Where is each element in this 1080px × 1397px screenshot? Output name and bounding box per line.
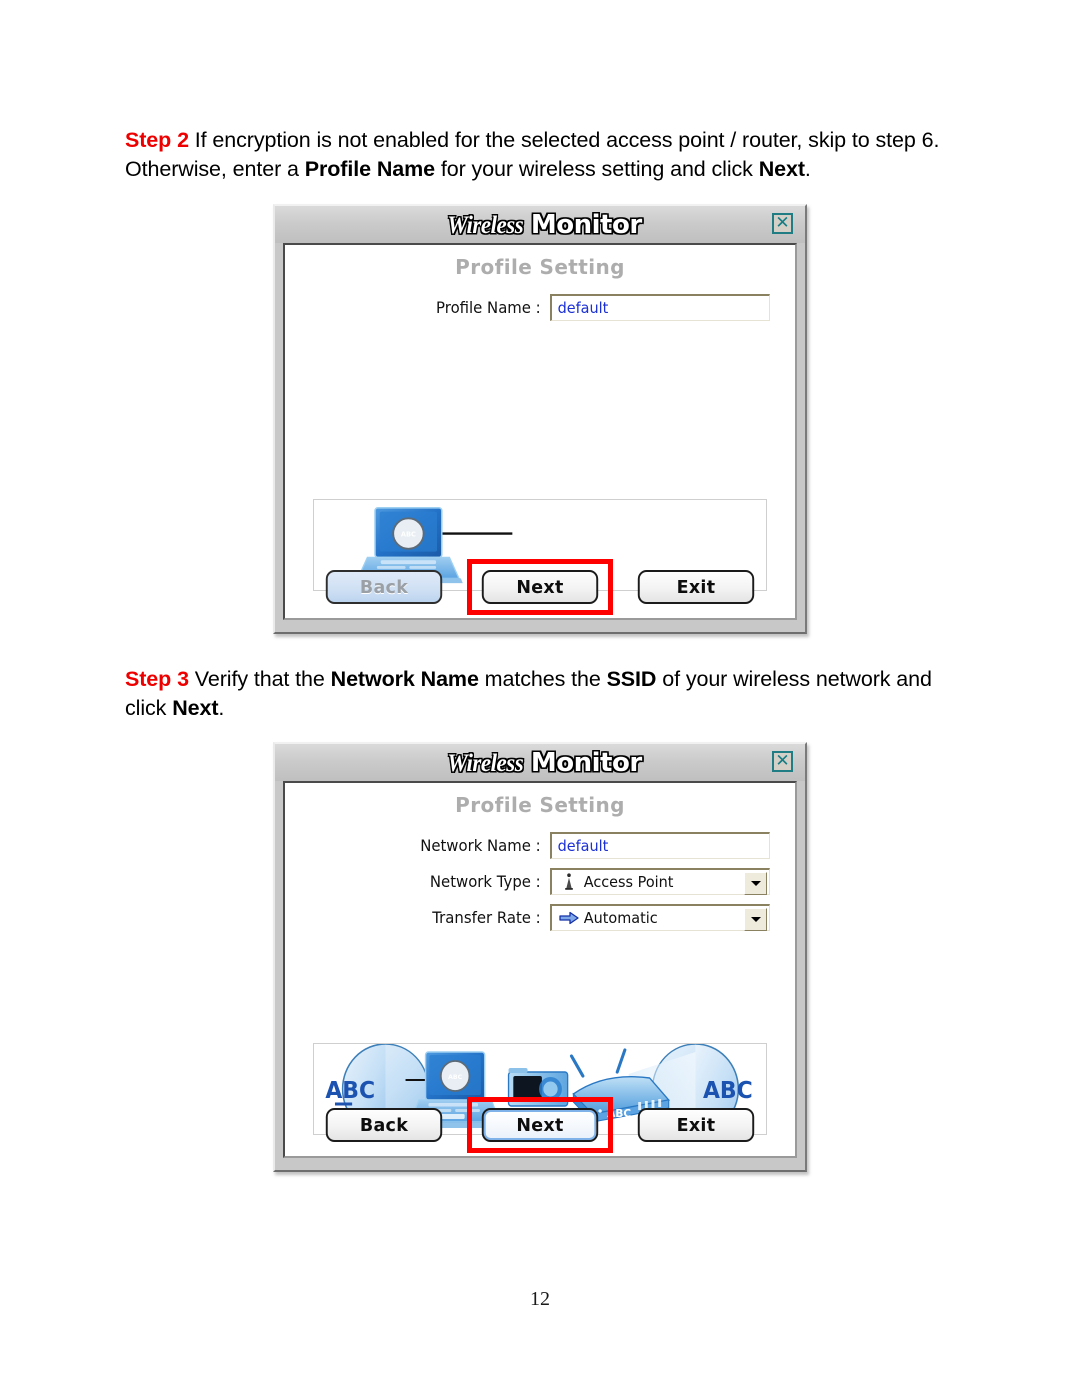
step-2-line2-a: Otherwise, enter a <box>125 157 305 181</box>
step-3-line1-e: of your wireless network and <box>656 667 932 691</box>
network-name-value: default <box>557 837 609 855</box>
step-2-line2-c: for your wireless setting and click <box>435 157 759 181</box>
svg-text:ABC: ABC <box>448 1074 462 1081</box>
back-button[interactable]: Back <box>325 570 443 604</box>
transfer-rate-label: Transfer Rate : <box>432 908 541 927</box>
step-3-bold-next: Next <box>172 696 219 720</box>
next-button-holder: Next <box>467 1097 613 1153</box>
document-page: Step 2 If encryption is not enabled for … <box>0 0 1080 1397</box>
step-3-line2-a: click <box>125 696 173 720</box>
step-2-line1-text: If encryption is not enabled for the sel… <box>188 128 940 152</box>
network-type-label: Network Type : <box>429 872 541 891</box>
chevron-down-icon[interactable] <box>744 908 767 931</box>
network-type-select[interactable]: Access Point <box>550 868 770 895</box>
step-3-bold-network-name: Network Name <box>330 667 479 691</box>
profile-name-input[interactable]: default <box>550 294 770 321</box>
transfer-rate-value: Automatic <box>583 909 658 927</box>
dialog-1-body: Profile Setting Profile Name : default A… <box>283 243 797 620</box>
step-3-line1-c: matches the <box>478 667 607 691</box>
step-3-line1-a: Verify that the <box>188 667 331 691</box>
dialog-2-panel-heading: Profile Setting <box>455 793 625 817</box>
transfer-rate-row: Transfer Rate : Automatic <box>285 901 795 934</box>
close-icon[interactable]: ✕ <box>772 751 793 772</box>
dialog-2-form: Network Name : default Network Type : Ac… <box>285 829 795 937</box>
exit-button-holder: Exit <box>636 1108 756 1142</box>
wireless-monitor-dialog-2: Wireless Monitor ✕ Profile Setting Netwo… <box>273 742 807 1172</box>
step-3-instruction: Step 3 Verify that the Network Name matc… <box>125 665 945 723</box>
dialog-2-title-monitor: Monitor <box>530 747 642 778</box>
next-button[interactable]: Next <box>481 1108 599 1142</box>
dialog-2-title-wireless: Wireless <box>447 749 525 778</box>
network-name-row: Network Name : default <box>285 829 795 862</box>
back-button-holder: Back <box>324 1108 444 1142</box>
exit-button[interactable]: Exit <box>637 570 755 604</box>
artwork-right-abc: ABC <box>703 1078 753 1105</box>
step-2-line2-bold-next: Next <box>758 157 805 181</box>
wireless-monitor-dialog-1: Wireless Monitor ✕ Profile Setting Profi… <box>273 204 807 634</box>
page-number: 12 <box>530 1288 550 1310</box>
dialog-2-button-row: Back Next Exit <box>285 1097 795 1153</box>
profile-name-value: default <box>557 299 609 317</box>
close-icon[interactable]: ✕ <box>772 213 793 234</box>
profile-name-label: Profile Name : <box>436 298 541 317</box>
step-2-line2-bold-profile-name: Profile Name <box>304 157 435 181</box>
step-2-line2-e: . <box>804 157 811 181</box>
exit-button-holder: Exit <box>636 570 756 604</box>
dialog-1-title: Wireless Monitor <box>444 209 642 240</box>
dialog-1-form: Profile Name : default <box>285 291 795 327</box>
step-3-tag: Step 3 <box>125 667 189 691</box>
profile-name-row: Profile Name : default <box>285 291 795 324</box>
step-2-tag: Step 2 <box>125 128 189 152</box>
chevron-down-icon[interactable] <box>744 872 767 895</box>
dialog-1-titlebar: Wireless Monitor ✕ <box>275 206 805 243</box>
network-name-label: Network Name : <box>420 836 541 855</box>
network-type-row: Network Type : Access Point <box>285 865 795 898</box>
network-name-input[interactable]: default <box>550 832 770 859</box>
dialog-2-body: Profile Setting Network Name : default N… <box>283 781 797 1158</box>
network-type-value: Access Point <box>583 873 674 891</box>
back-button[interactable]: Back <box>325 1108 443 1142</box>
artwork-left-abc: ABC <box>325 1078 375 1105</box>
exit-button[interactable]: Exit <box>637 1108 755 1142</box>
blue-arrow-icon <box>558 908 580 928</box>
dialog-1-title-wireless: Wireless <box>447 211 525 240</box>
step-3-bold-ssid: SSID <box>606 667 657 691</box>
dialog-2-title: Wireless Monitor <box>444 747 642 778</box>
next-button-holder: Next <box>467 559 613 615</box>
step-2-instruction: Step 2 If encryption is not enabled for … <box>125 126 945 184</box>
svg-text:ABC: ABC <box>401 530 416 538</box>
dialog-2-titlebar: Wireless Monitor ✕ <box>275 744 805 781</box>
dialog-1-title-monitor: Monitor <box>530 209 642 240</box>
step-3-line2-c: . <box>218 696 225 720</box>
next-button[interactable]: Next <box>481 570 599 604</box>
antenna-tower-icon <box>558 872 580 892</box>
dialog-1-panel-heading: Profile Setting <box>455 255 625 279</box>
transfer-rate-select[interactable]: Automatic <box>550 904 770 931</box>
dialog-1-button-row: Back Next Exit <box>285 559 795 615</box>
back-button-holder: Back <box>324 570 444 604</box>
